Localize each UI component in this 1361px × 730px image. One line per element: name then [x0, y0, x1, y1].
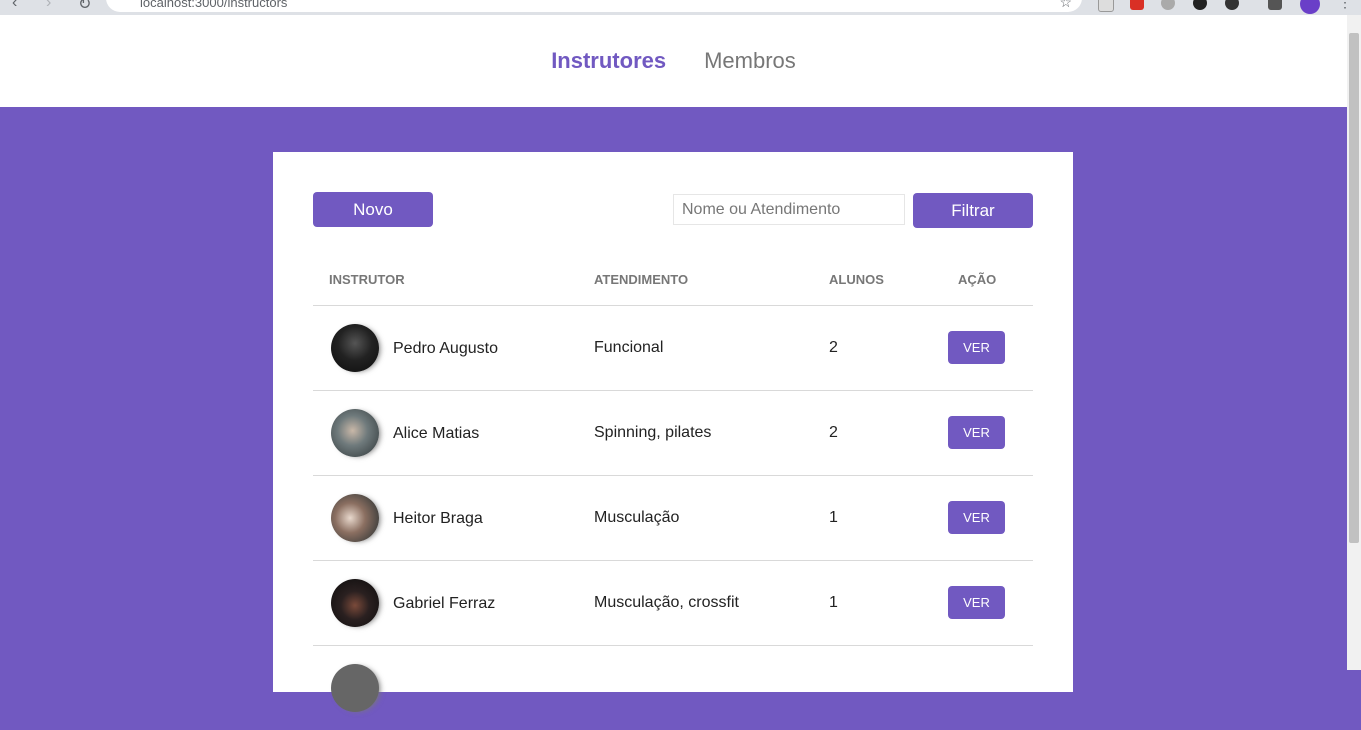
instructor-service: Funcional: [594, 339, 664, 356]
nav-link-members[interactable]: Membros: [704, 48, 796, 74]
extension-icon[interactable]: [1268, 0, 1282, 10]
view-button[interactable]: VER: [948, 501, 1005, 534]
column-header-service: ATENDIMENTO: [594, 272, 689, 287]
nav-link-instructors[interactable]: Instrutores: [551, 48, 666, 74]
table-row: Gabriel Ferraz Musculação, crossfit 1 VE…: [313, 561, 1033, 646]
extension-icon[interactable]: [1161, 0, 1175, 10]
instructor-name: Gabriel Ferraz: [393, 595, 496, 612]
extension-icon[interactable]: [1098, 0, 1114, 12]
column-header-instructor: INSTRUTOR: [329, 272, 405, 287]
avatar: [331, 579, 379, 627]
instructor-name: Heitor Braga: [393, 510, 483, 527]
view-button[interactable]: VER: [948, 331, 1005, 364]
instructor-students: 1: [829, 594, 838, 611]
table-row: Pedro Augusto Funcional 2 VER: [313, 306, 1033, 391]
address-bar[interactable]: localhost:3000/instructors ☆: [106, 0, 1082, 12]
instructor-students: 2: [829, 424, 838, 441]
extension-icon[interactable]: [1193, 0, 1207, 10]
profile-avatar[interactable]: [1300, 0, 1320, 14]
table-header: INSTRUTOR ATENDIMENTO ALUNOS AÇÃO: [313, 260, 1033, 306]
table-row: [313, 646, 1033, 730]
instructor-service: Musculação, crossfit: [594, 594, 739, 611]
view-button[interactable]: VER: [948, 586, 1005, 619]
reload-icon[interactable]: ↻: [78, 0, 91, 14]
instructor-service: Musculação: [594, 509, 680, 526]
instructor-students: 2: [829, 339, 838, 356]
instructor-name: Alice Matias: [393, 425, 480, 442]
new-button[interactable]: Novo: [313, 192, 433, 227]
instructor-name: Pedro Augusto: [393, 340, 498, 357]
url-text: localhost:3000/instructors: [140, 0, 288, 10]
back-icon[interactable]: ‹: [12, 0, 17, 12]
extension-icon[interactable]: [1130, 0, 1144, 10]
extension-icon[interactable]: [1225, 0, 1239, 10]
search-input[interactable]: [673, 194, 905, 225]
view-button[interactable]: VER: [948, 416, 1005, 449]
table-row: Heitor Braga Musculação 1 VER: [313, 476, 1033, 561]
browser-chrome: ‹ › ↻ localhost:3000/instructors ☆ ⋮: [0, 0, 1361, 15]
filter-button[interactable]: Filtrar: [913, 193, 1033, 228]
menu-icon[interactable]: ⋮: [1338, 0, 1352, 11]
avatar: [331, 409, 379, 457]
column-header-action: AÇÃO: [958, 272, 997, 287]
avatar: [331, 494, 379, 542]
star-icon[interactable]: ☆: [1059, 0, 1072, 11]
avatar: [331, 324, 379, 372]
page-scrollbar[interactable]: [1347, 15, 1361, 670]
scrollbar-thumb[interactable]: [1349, 33, 1359, 543]
instructor-service: Spinning, pilates: [594, 424, 712, 441]
table-row: Alice Matias Spinning, pilates 2 VER: [313, 391, 1033, 476]
instructor-students: 1: [829, 509, 838, 526]
forward-icon[interactable]: ›: [46, 0, 51, 12]
avatar: [331, 664, 379, 712]
column-header-students: ALUNOS: [829, 272, 884, 287]
page-header: Instrutores Membros: [0, 15, 1347, 107]
instructors-card: Novo Filtrar INSTRUTOR ATENDIMENTO ALUNO…: [273, 152, 1073, 712]
